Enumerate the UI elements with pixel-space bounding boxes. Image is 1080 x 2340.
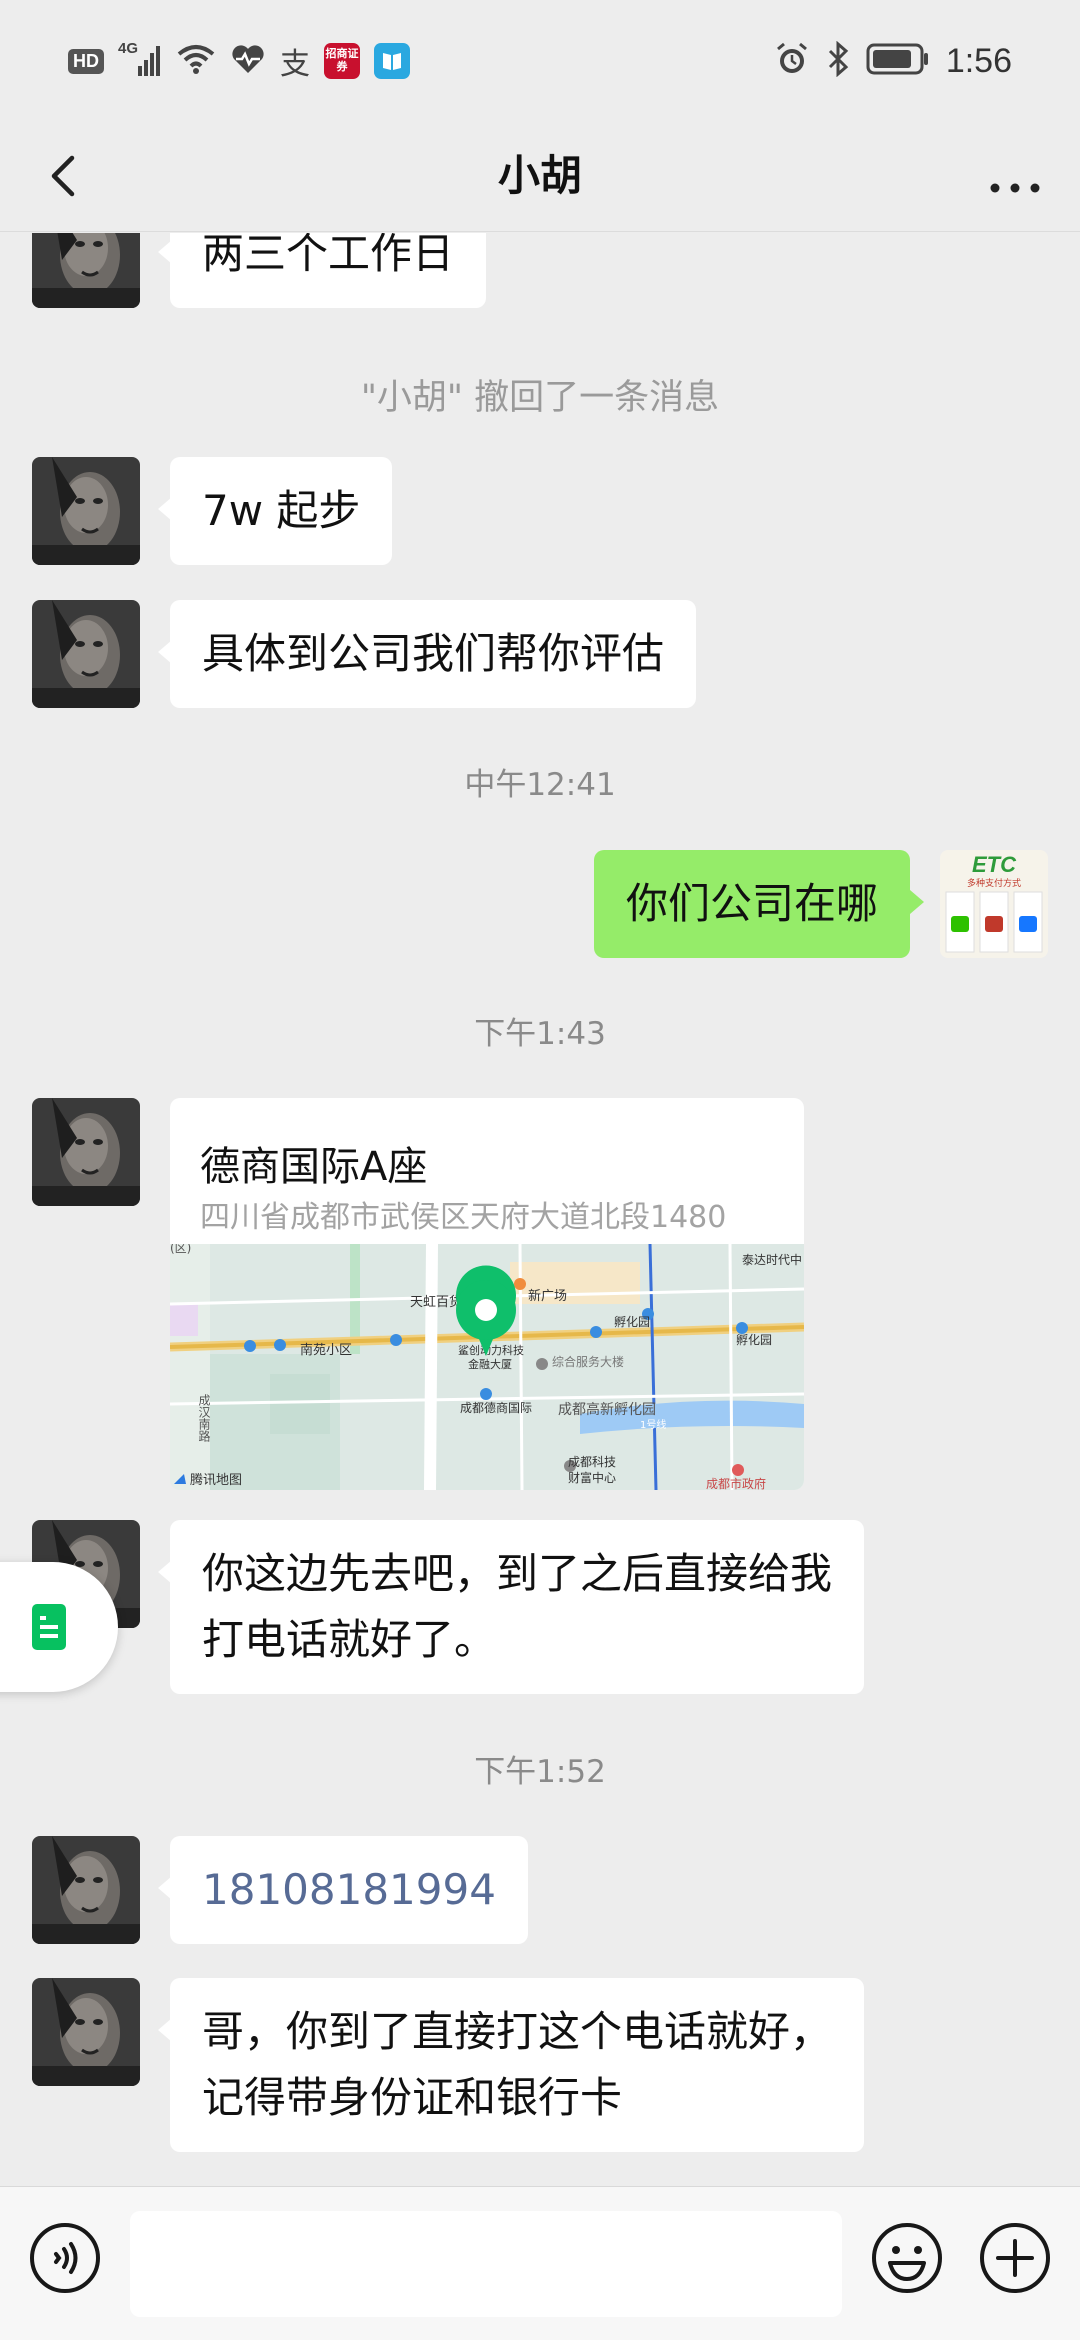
- my-avatar[interactable]: ETC 多种支付方式: [940, 850, 1048, 958]
- contact-avatar[interactable]: [32, 457, 140, 565]
- location-title: 德商国际A座: [200, 1144, 428, 1190]
- location-card[interactable]: 德商国际A座 四川省成都市武侯区天府大道北段1480 (区) 天虹百货 新广场 …: [170, 1098, 804, 1490]
- voice-icon: [30, 2223, 100, 2293]
- map-label: 成汉南路: [197, 1394, 211, 1443]
- contact-avatar[interactable]: [32, 1978, 140, 2086]
- voice-input-button[interactable]: [28, 2221, 102, 2295]
- contact-avatar[interactable]: [32, 1098, 140, 1206]
- message-line: 哥，你到了直接打这个电话就好，: [202, 2007, 833, 2056]
- contact-avatar[interactable]: [32, 1836, 140, 1944]
- reader-app-icon: [374, 43, 410, 79]
- plus-icon: [980, 2223, 1050, 2293]
- map-label: 金融大厦: [468, 1357, 512, 1371]
- contact-avatar[interactable]: [32, 233, 140, 308]
- clock: 1:56: [945, 41, 1012, 80]
- phone-number-link[interactable]: 18108181994: [158, 1836, 528, 1944]
- message-bubble-received[interactable]: 7w 起步: [157, 457, 393, 565]
- timestamp: 下午1:43: [474, 1016, 606, 1052]
- message-line: 记得带身份证和银行卡: [202, 2073, 623, 2122]
- message-input[interactable]: [130, 2211, 842, 2317]
- map-label: 综合服务大楼: [552, 1354, 624, 1369]
- status-left: HD 4G 支 招商证券: [68, 40, 410, 82]
- map-label: 孵化园: [614, 1315, 650, 1329]
- more-actions-button[interactable]: [978, 2221, 1052, 2295]
- timestamp: 下午1:52: [474, 1754, 606, 1790]
- wifi-icon: [176, 42, 216, 80]
- map-label: 泰达时代中: [742, 1252, 802, 1267]
- tencent-map-logo: 腾讯地图: [190, 1472, 242, 1488]
- emoji-icon: [872, 2223, 942, 2293]
- status-bar: HD 4G 支 招商证券 1:56: [0, 0, 1080, 120]
- chat-header: 小胡: [0, 120, 1080, 232]
- location-address: 四川省成都市武侯区天府大道北段1480: [200, 1200, 727, 1235]
- bluetooth-icon: [826, 40, 850, 81]
- chat-message-list[interactable]: 两三个工作日 "小胡" 撤回了一条消息 7w 起步 具体到公司我们帮你评估 中午…: [0, 233, 1080, 2186]
- recall-notice: "小胡" 撤回了一条消息: [360, 378, 720, 418]
- message-bubble-received[interactable]: 你这边先去吧，到了之后直接给我 打电话就好了。: [157, 1520, 865, 1694]
- health-heart-icon: [230, 43, 266, 79]
- map-label: 成都市政府: [706, 1476, 766, 1490]
- input-bar: [0, 2186, 1080, 2340]
- map-label: 天虹百货: [410, 1294, 462, 1310]
- securities-app-icon: 招商证券: [324, 43, 360, 79]
- etc-logo-text: ETC: [972, 852, 1017, 877]
- message-line: 打电话就好了。: [202, 1615, 497, 1664]
- battery-icon: [866, 42, 930, 80]
- message-bubble-received[interactable]: 具体到公司我们帮你评估: [157, 600, 697, 708]
- note-icon: [32, 1604, 66, 1650]
- map-label: 新广场: [528, 1288, 567, 1304]
- message-bubble-received[interactable]: 哥，你到了直接打这个电话就好， 记得带身份证和银行卡: [157, 1978, 865, 2152]
- message-bubble-sent[interactable]: 你们公司在哪: [593, 850, 925, 958]
- map-label: 财富中心: [568, 1470, 616, 1485]
- alarm-icon: [774, 41, 810, 81]
- hd-badge: HD: [68, 48, 104, 74]
- more-horizontal-icon: [990, 183, 1040, 193]
- etc-caption: 多种支付方式: [967, 877, 1021, 889]
- emoji-button[interactable]: [870, 2221, 944, 2295]
- location-map: (区) 天虹百货 新广场 泰达时代中 孵化园 南苑小区 鲨创动力科技 金融大厦 …: [170, 1244, 804, 1490]
- message-bubble-received[interactable]: 两三个工作日: [157, 233, 487, 308]
- contact-avatar[interactable]: [32, 600, 140, 708]
- map-label: 成都德商国际: [460, 1400, 532, 1415]
- message-line: 你这边先去吧，到了之后直接给我: [202, 1549, 833, 1598]
- map-label: 成都科技: [568, 1455, 616, 1469]
- map-label: 孵化园: [736, 1333, 772, 1347]
- status-right: 1:56: [774, 40, 1012, 82]
- map-label: 南苑小区: [300, 1342, 352, 1358]
- chat-title: 小胡: [497, 151, 582, 200]
- map-label: 成都高新孵化园: [558, 1401, 656, 1418]
- more-options-button[interactable]: [980, 140, 1050, 210]
- map-label: 鲨创动力科技: [458, 1343, 524, 1357]
- svg-text:(区): (区): [170, 1244, 191, 1255]
- timestamp: 中午12:41: [464, 767, 616, 803]
- signal-icon: 4G: [118, 40, 162, 78]
- map-label: 1号线: [640, 1418, 666, 1431]
- alipay-icon: 支: [280, 47, 310, 82]
